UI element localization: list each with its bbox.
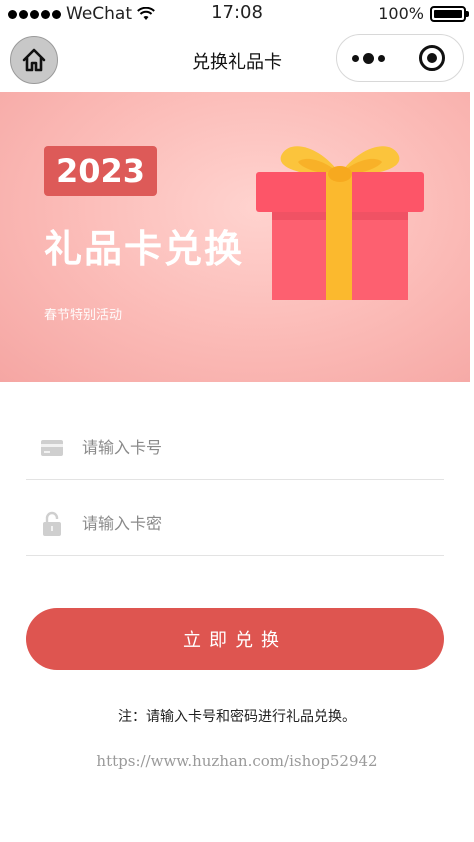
card-password-input[interactable] [82, 514, 402, 533]
more-dots-icon [352, 54, 359, 62]
gift-box-icon [256, 146, 424, 300]
redeem-button[interactable]: 立即兑换 [26, 608, 444, 670]
card-password-row [26, 492, 444, 556]
nav-bar: 兑换礼品卡 [0, 28, 474, 90]
battery-icon [430, 5, 469, 22]
battery-percent: 100% [378, 4, 424, 23]
card-number-input[interactable] [82, 438, 402, 457]
redeem-form [26, 416, 444, 556]
watermark-text: https://www.huzhan.com/ishop52942 [96, 752, 378, 770]
battery-fill [434, 9, 462, 18]
lock-icon [43, 511, 61, 536]
status-bar: WeChat 17:08 100% [0, 0, 474, 28]
banner-title: 礼品卡兑换 [44, 227, 245, 271]
status-right: 100% [378, 4, 469, 23]
card-number-row [26, 416, 444, 480]
close-target-icon [418, 45, 445, 71]
redeem-note: 注：请输入卡号和密码进行礼品兑换。 [118, 709, 356, 725]
mini-program-capsule [336, 34, 464, 82]
card-icon [41, 439, 63, 456]
more-button[interactable] [337, 35, 400, 81]
year-badge: 2023 [44, 146, 157, 196]
gift-card-banner: 2023 礼品卡兑换 春节特别活动 [0, 92, 470, 382]
close-button[interactable] [400, 35, 463, 81]
banner-subtitle: 春节特别活动 [44, 308, 123, 323]
